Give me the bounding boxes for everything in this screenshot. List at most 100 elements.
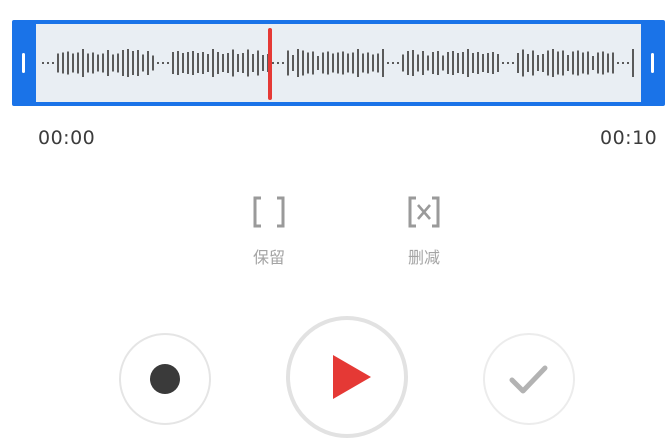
- waveform-bar: [487, 53, 489, 73]
- waveform-bar: [157, 62, 159, 64]
- waveform-bar: [632, 49, 634, 77]
- waveform-bar: [607, 53, 609, 73]
- waveform-bar: [407, 51, 409, 75]
- keep-button[interactable]: 保留: [229, 192, 309, 278]
- waveform-bar: [402, 54, 404, 72]
- waveform-bar: [442, 55, 444, 71]
- waveform-bar: [272, 62, 274, 64]
- waveform-bar: [352, 52, 354, 74]
- waveform-bar: [587, 51, 589, 75]
- waveform-bar: [517, 53, 519, 73]
- waveform-bar: [277, 62, 279, 64]
- confirm-button[interactable]: [483, 333, 575, 425]
- waveform-bar: [507, 62, 509, 64]
- trim-end-handle[interactable]: [641, 20, 665, 106]
- waveform-bar: [542, 54, 544, 72]
- waveform-bar: [112, 54, 114, 72]
- waveform-bar: [327, 51, 329, 75]
- waveform-bar: [122, 50, 124, 76]
- trim-start-handle[interactable]: [12, 20, 36, 106]
- waveform-bar: [612, 52, 614, 74]
- waveform-bar: [362, 53, 364, 73]
- waveform-bar: [92, 52, 94, 74]
- waveform-bar: [582, 52, 584, 74]
- waveform-bar: [452, 51, 454, 75]
- waveform-bar: [427, 55, 429, 71]
- waveform-bar: [82, 49, 84, 77]
- waveform-bar: [332, 53, 334, 73]
- waveform-bar: [152, 55, 154, 71]
- waveform-bar: [522, 49, 524, 77]
- delete-button[interactable]: 删减: [384, 192, 464, 278]
- waveform-bar: [72, 53, 74, 73]
- end-time-label: 00:10: [600, 127, 658, 149]
- waveform-bar: [577, 50, 579, 76]
- waveform-bar: [182, 53, 184, 73]
- waveform-bar: [392, 62, 394, 64]
- waveform-bar: [357, 49, 359, 77]
- waveform-bar: [282, 62, 284, 64]
- waveform-bar: [222, 54, 224, 72]
- waveform-area[interactable]: [36, 24, 641, 102]
- waveform-bar: [497, 54, 499, 72]
- waveform-bar: [192, 51, 194, 75]
- waveform-bar: [472, 53, 474, 73]
- waveform-bar: [447, 52, 449, 74]
- playhead[interactable]: [268, 28, 272, 100]
- waveform-bar: [512, 62, 514, 64]
- waveform-bar: [52, 62, 54, 64]
- waveform-bar: [562, 50, 564, 76]
- waveform-bar: [422, 51, 424, 75]
- waveform-bar: [462, 52, 464, 74]
- waveform-bar: [97, 54, 99, 72]
- waveform-bar: [57, 53, 59, 73]
- waveform-bar: [197, 53, 199, 73]
- waveform-bar: [127, 49, 129, 77]
- check-icon: [509, 365, 548, 394]
- play-button[interactable]: [286, 316, 408, 438]
- waveform-bar: [552, 49, 554, 77]
- waveform-bar: [342, 51, 344, 75]
- waveform-bar: [557, 51, 559, 75]
- waveform-bar: [492, 52, 494, 74]
- waveform-bar: [527, 54, 529, 72]
- waveform-bar: [367, 52, 369, 74]
- waveform-bar: [572, 51, 574, 75]
- waveform-bar: [502, 62, 504, 64]
- keep-bracket-icon: [253, 196, 285, 228]
- waveform-bar: [102, 53, 104, 73]
- waveform-bar: [117, 53, 119, 73]
- record-button[interactable]: [119, 333, 211, 425]
- waveform-bar: [202, 52, 204, 74]
- waveform-bar: [432, 52, 434, 74]
- waveform-bar: [597, 52, 599, 74]
- waveform-bar: [292, 55, 294, 71]
- waveform-bar: [617, 62, 619, 64]
- waveform-bar: [67, 51, 69, 75]
- delete-bracket-x-icon: [408, 196, 440, 228]
- waveform-bar: [47, 62, 49, 64]
- waveform-bar: [212, 49, 214, 77]
- waveform-bar: [387, 62, 389, 64]
- waveform-bar: [312, 51, 314, 75]
- waveform-bar: [412, 50, 414, 76]
- waveform-bar: [317, 56, 319, 70]
- waveform-bar: [227, 53, 229, 73]
- waveform-bar: [177, 51, 179, 75]
- delete-label: 删减: [407, 248, 440, 267]
- waveform-bar: [232, 49, 234, 77]
- waveform-bar: [247, 49, 249, 77]
- waveform-bar: [187, 52, 189, 74]
- start-time-label: 00:00: [38, 127, 96, 149]
- waveform-bar: [382, 49, 384, 77]
- waveform-bar: [62, 52, 64, 74]
- waveform-bar: [417, 54, 419, 72]
- waveform-bar: [322, 52, 324, 74]
- waveform-bar: [482, 54, 484, 72]
- waveform: [42, 49, 634, 77]
- trim-selection-frame[interactable]: [12, 20, 665, 106]
- waveform-bar: [262, 55, 264, 71]
- waveform-bar: [257, 50, 259, 76]
- waveform-bar: [77, 52, 79, 74]
- keep-label: 保留: [252, 248, 285, 267]
